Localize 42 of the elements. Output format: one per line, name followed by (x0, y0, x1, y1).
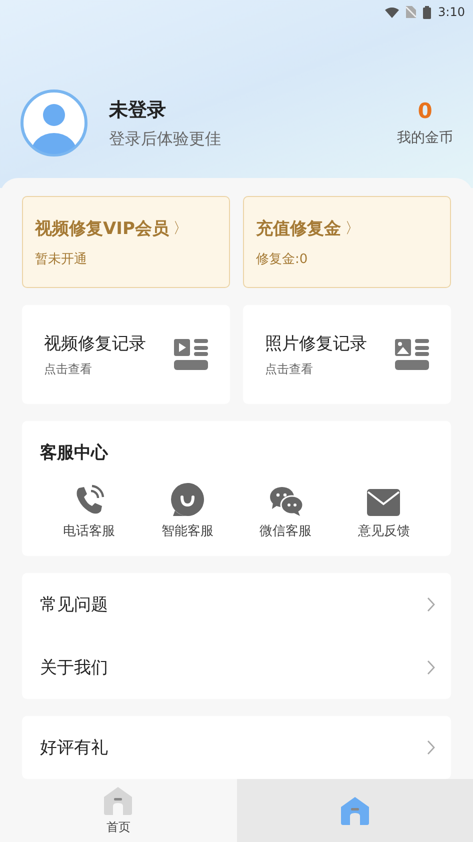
battery-icon (423, 6, 432, 18)
home-icon (103, 786, 134, 816)
record-card[interactable]: 照片修复记录 点击查看 (243, 305, 451, 404)
user-name[interactable]: 未登录 (109, 96, 397, 122)
record-subtitle: 点击查看 (44, 360, 93, 378)
chevron-right-icon (427, 660, 435, 675)
avatar-icon[interactable] (20, 89, 88, 157)
status-time: 3:10 (438, 5, 465, 19)
menu-item[interactable]: 常见问题 (22, 573, 451, 636)
record-card[interactable]: 视频修复记录 点击查看 (22, 305, 230, 404)
record-title: 照片修复记录 (265, 332, 367, 354)
coin-label: 我的金币 (397, 129, 453, 147)
home-icon (340, 796, 370, 826)
video-list-icon (174, 338, 208, 370)
chat-bubbles-icon (268, 486, 303, 516)
promo-card[interactable]: 视频修复VIP会员 〉 暂未开通 (22, 196, 230, 288)
mail-icon (367, 489, 400, 516)
chevron-icon: 〉 (172, 219, 188, 238)
service-item[interactable]: 智能客服 (138, 482, 236, 540)
image-list-icon (395, 338, 429, 370)
promo-subtitle: 修复金:0 (256, 251, 309, 268)
chevron-icon: 〉 (345, 219, 360, 238)
record-title: 视频修复记录 (44, 332, 146, 354)
chevron-right-icon (427, 740, 435, 755)
coin-count: 0 (418, 99, 432, 123)
section-title: 客服中心 (40, 442, 110, 464)
menu-item[interactable]: 好评有礼 (22, 716, 451, 779)
record-subtitle: 点击查看 (265, 360, 314, 378)
wifi-icon (385, 6, 400, 18)
nav-tab[interactable] (236, 779, 473, 842)
service-item[interactable]: 微信客服 (236, 482, 335, 540)
promo-subtitle: 暂未开通 (35, 251, 88, 268)
smile-face-icon (170, 483, 204, 516)
service-item[interactable]: 电话客服 (40, 482, 138, 540)
service-item[interactable]: 意见反馈 (334, 482, 433, 540)
promo-title: 充值修复金 (256, 218, 341, 240)
promo-title: 视频修复VIP会员 (35, 218, 169, 240)
promo-card[interactable]: 充值修复金 〉 修复金:0 (243, 196, 451, 288)
menu-item[interactable]: 关于我们 (22, 636, 451, 699)
chevron-right-icon (427, 597, 435, 612)
login-hint: 登录后体验更佳 (109, 128, 222, 150)
no-sim-icon (406, 6, 416, 18)
